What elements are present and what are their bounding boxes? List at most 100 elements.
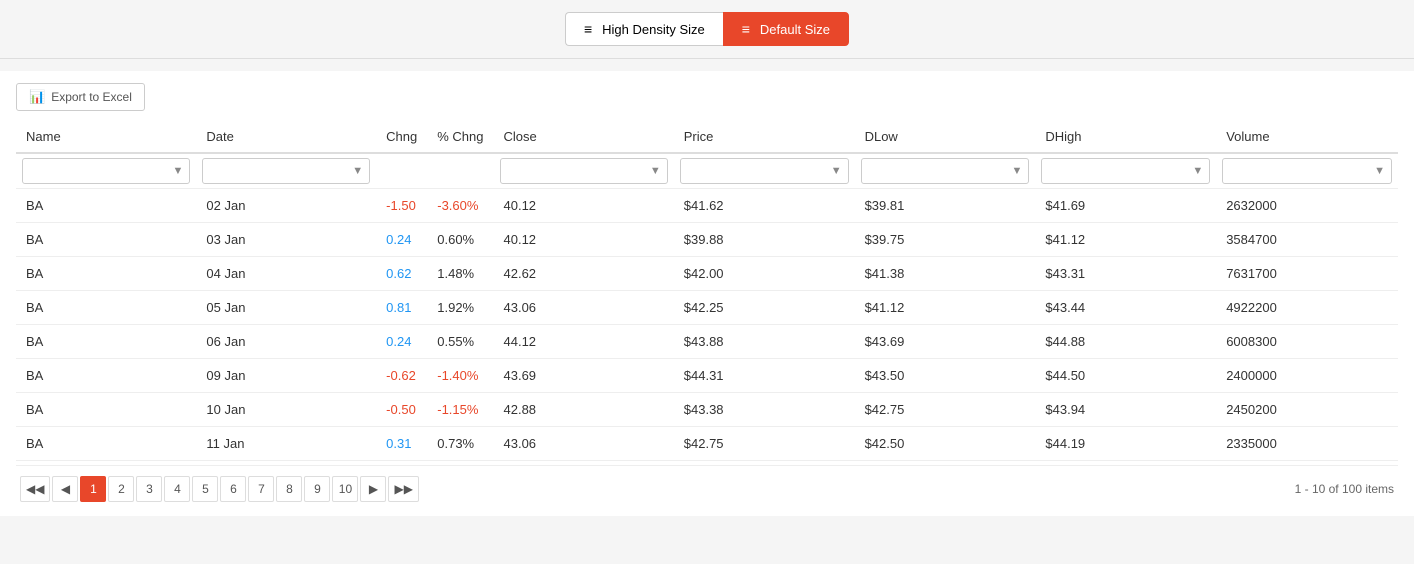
table-cell: 2400000 <box>1216 359 1398 393</box>
filter-date: ▼ <box>196 153 376 189</box>
filter-name: ▼ <box>16 153 196 189</box>
filter-dhigh-icon[interactable]: ▼ <box>1190 165 1205 177</box>
col-close: Close <box>494 121 674 153</box>
table-cell: -3.60% <box>427 189 493 223</box>
table-cell: $44.31 <box>674 359 855 393</box>
table-cell: $39.75 <box>855 223 1036 257</box>
page-1-button[interactable]: 1 <box>80 476 106 502</box>
last-page-button[interactable]: ▶▶ <box>388 476 418 502</box>
filter-dhigh-input[interactable] <box>1046 164 1190 178</box>
table-row: BA02 Jan-1.50-3.60%40.12$41.62$39.81$41.… <box>16 189 1398 223</box>
table-cell: 11 Jan <box>196 427 376 461</box>
density-toggle-bar: High Density Size Default Size <box>0 0 1414 59</box>
table-cell: 40.12 <box>494 223 674 257</box>
table-row: BA09 Jan-0.62-1.40%43.69$44.31$43.50$44.… <box>16 359 1398 393</box>
table-cell: 42.88 <box>494 393 674 427</box>
col-name: Name <box>16 121 196 153</box>
pagination-controls: ◀◀ ◀ 1 2 3 4 5 6 7 8 9 10 ▶ ▶▶ <box>20 476 419 502</box>
lines-icon-2 <box>742 21 754 37</box>
filter-price-icon[interactable]: ▼ <box>829 165 844 177</box>
header-row: Name Date Chng % Chng Close Price DLow D… <box>16 121 1398 153</box>
filter-close-icon[interactable]: ▼ <box>648 165 663 177</box>
table-cell: $44.88 <box>1035 325 1216 359</box>
table-cell: 06 Jan <box>196 325 376 359</box>
default-size-label: Default Size <box>760 22 830 37</box>
table-cell: $43.69 <box>855 325 1036 359</box>
filter-close-input[interactable] <box>505 164 648 178</box>
page-3-button[interactable]: 3 <box>136 476 162 502</box>
table-row: BA04 Jan0.621.48%42.62$42.00$41.38$43.31… <box>16 257 1398 291</box>
table-cell: 10 Jan <box>196 393 376 427</box>
page-2-button[interactable]: 2 <box>108 476 134 502</box>
table-cell: BA <box>16 359 196 393</box>
table-cell: 6008300 <box>1216 325 1398 359</box>
page-10-button[interactable]: 10 <box>332 476 358 502</box>
page-6-button[interactable]: 6 <box>220 476 246 502</box>
page-9-button[interactable]: 9 <box>304 476 330 502</box>
table-cell: 0.81 <box>376 291 427 325</box>
table-cell: $44.19 <box>1035 427 1216 461</box>
pagination-summary: 1 - 10 of 100 items <box>1295 482 1394 496</box>
next-page-button[interactable]: ▶ <box>360 476 386 502</box>
table-cell: 44.12 <box>494 325 674 359</box>
table-cell: BA <box>16 325 196 359</box>
table-cell: BA <box>16 257 196 291</box>
table-cell: -1.40% <box>427 359 493 393</box>
page-8-button[interactable]: 8 <box>276 476 302 502</box>
table-cell: 0.60% <box>427 223 493 257</box>
table-cell: 0.62 <box>376 257 427 291</box>
filter-date-icon[interactable]: ▼ <box>350 165 365 177</box>
table-cell: $41.12 <box>1035 223 1216 257</box>
default-size-button[interactable]: Default Size <box>723 12 849 46</box>
filter-dlow-icon[interactable]: ▼ <box>1010 165 1025 177</box>
export-icon: 📊 <box>29 89 45 105</box>
first-page-button[interactable]: ◀◀ <box>20 476 50 502</box>
table-cell: $42.25 <box>674 291 855 325</box>
table-cell: 02 Jan <box>196 189 376 223</box>
table-cell: BA <box>16 291 196 325</box>
filter-name-icon[interactable]: ▼ <box>171 165 186 177</box>
prev-page-button[interactable]: ◀ <box>52 476 78 502</box>
table-cell: $43.38 <box>674 393 855 427</box>
table-cell: BA <box>16 223 196 257</box>
table-cell: $42.75 <box>674 427 855 461</box>
data-table: Name Date Chng % Chng Close Price DLow D… <box>16 121 1398 461</box>
table-cell: -0.50 <box>376 393 427 427</box>
table-cell: 0.24 <box>376 325 427 359</box>
pagination: ◀◀ ◀ 1 2 3 4 5 6 7 8 9 10 ▶ ▶▶ 1 - 10 of… <box>16 465 1398 504</box>
table-cell: BA <box>16 393 196 427</box>
table-cell: $41.69 <box>1035 189 1216 223</box>
table-cell: 0.31 <box>376 427 427 461</box>
table-cell: $41.62 <box>674 189 855 223</box>
table-row: BA06 Jan0.240.55%44.12$43.88$43.69$44.88… <box>16 325 1398 359</box>
high-density-button[interactable]: High Density Size <box>565 12 723 46</box>
filter-price: ▼ <box>674 153 855 189</box>
table-cell: $43.31 <box>1035 257 1216 291</box>
table-cell: $42.00 <box>674 257 855 291</box>
col-date: Date <box>196 121 376 153</box>
table-cell: 04 Jan <box>196 257 376 291</box>
table-cell: 2335000 <box>1216 427 1398 461</box>
table-cell: $42.75 <box>855 393 1036 427</box>
page-7-button[interactable]: 7 <box>248 476 274 502</box>
filter-volume: ▼ <box>1216 153 1398 189</box>
table-row: BA11 Jan0.310.73%43.06$42.75$42.50$44.19… <box>16 427 1398 461</box>
filter-dhigh: ▼ <box>1035 153 1216 189</box>
page-4-button[interactable]: 4 <box>164 476 190 502</box>
filter-volume-input[interactable] <box>1227 164 1372 178</box>
col-volume: Volume <box>1216 121 1398 153</box>
filter-date-input[interactable] <box>207 164 350 178</box>
filter-volume-icon[interactable]: ▼ <box>1372 165 1387 177</box>
table-cell: 0.24 <box>376 223 427 257</box>
filter-name-input[interactable] <box>27 164 171 178</box>
table-cell: 4922200 <box>1216 291 1398 325</box>
col-chng: Chng <box>376 121 427 153</box>
table-cell: 03 Jan <box>196 223 376 257</box>
table-cell: $43.44 <box>1035 291 1216 325</box>
export-label: Export to Excel <box>51 90 132 104</box>
export-to-excel-button[interactable]: 📊 Export to Excel <box>16 83 145 111</box>
filter-close: ▼ <box>494 153 674 189</box>
filter-dlow-input[interactable] <box>866 164 1010 178</box>
page-5-button[interactable]: 5 <box>192 476 218 502</box>
filter-price-input[interactable] <box>685 164 829 178</box>
